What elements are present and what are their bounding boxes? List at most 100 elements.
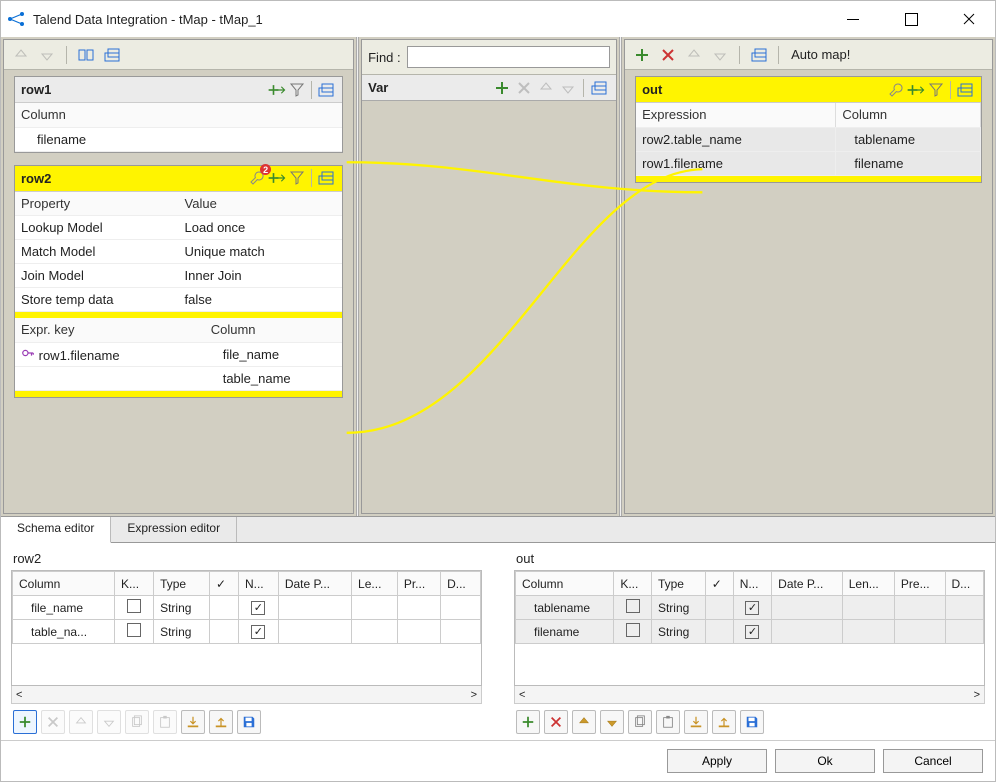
scrollbar[interactable]: <> — [514, 686, 985, 704]
out-expr-1[interactable]: row1.filename — [636, 151, 836, 175]
row2-expr-0[interactable]: row1.filename — [15, 342, 205, 366]
col-len[interactable]: Len... — [842, 572, 894, 596]
prop-v-0[interactable]: Load once — [179, 216, 343, 240]
cancel-button[interactable]: Cancel — [883, 749, 983, 773]
move-down-button[interactable] — [97, 710, 121, 734]
prop-k-1: Match Model — [15, 240, 179, 264]
copy-button[interactable] — [125, 710, 149, 734]
checkbox[interactable] — [251, 625, 265, 639]
col-type[interactable]: Type — [154, 572, 210, 596]
move-down-icon[interactable] — [36, 44, 58, 66]
move-down-icon[interactable] — [709, 44, 731, 66]
col-datep[interactable]: Date P... — [278, 572, 351, 596]
remove-button[interactable] — [544, 710, 568, 734]
minmax-icon[interactable] — [316, 80, 336, 100]
export-button[interactable] — [209, 710, 233, 734]
automap-button[interactable]: Auto map! — [791, 47, 850, 62]
add-icon[interactable] — [491, 77, 513, 99]
save-button[interactable] — [237, 710, 261, 734]
checkbox[interactable] — [626, 623, 640, 637]
move-up-button[interactable] — [572, 710, 596, 734]
checkbox[interactable] — [251, 601, 265, 615]
close-button[interactable] — [949, 4, 989, 34]
row1-col-0[interactable]: filename — [15, 127, 342, 151]
schema-left-grid[interactable]: Column K... Type ✓ N... Date P... Le... … — [12, 571, 481, 644]
col-def[interactable]: D... — [441, 572, 481, 596]
apply-button[interactable]: Apply — [667, 749, 767, 773]
tab-schema[interactable]: Schema editor — [1, 517, 111, 543]
row2-prop-header: Property — [15, 192, 179, 216]
add-icon[interactable] — [267, 80, 287, 100]
layout-split-icon[interactable] — [75, 44, 97, 66]
out-expr-header: Expression — [636, 103, 836, 127]
out-expr-0[interactable]: row2.table_name — [636, 127, 836, 151]
save-button[interactable] — [740, 710, 764, 734]
move-up-button[interactable] — [69, 710, 93, 734]
maximize-button[interactable] — [891, 4, 931, 34]
minmax-icon[interactable] — [748, 44, 770, 66]
move-up-icon[interactable] — [535, 77, 557, 99]
settings-badge-icon[interactable] — [247, 168, 267, 188]
checkbox[interactable] — [127, 599, 141, 613]
add-button[interactable] — [13, 710, 37, 734]
minmax-icon[interactable] — [955, 80, 975, 100]
export-button[interactable] — [712, 710, 736, 734]
move-up-icon[interactable] — [683, 44, 705, 66]
col-key[interactable]: K... — [614, 572, 652, 596]
col-column[interactable]: Column — [13, 572, 115, 596]
scrollbar[interactable]: <> — [11, 686, 482, 704]
import-button[interactable] — [684, 710, 708, 734]
col-type[interactable]: Type — [651, 572, 705, 596]
checkbox[interactable] — [745, 625, 759, 639]
ok-button[interactable]: Ok — [775, 749, 875, 773]
col-pre[interactable]: Pre... — [894, 572, 945, 596]
col-key[interactable]: K... — [115, 572, 154, 596]
add-button[interactable] — [516, 710, 540, 734]
prop-v-1[interactable]: Unique match — [179, 240, 343, 264]
col-chk[interactable]: ✓ — [705, 572, 733, 596]
row2-col-1[interactable]: table_name — [205, 366, 342, 390]
minmax-icon[interactable] — [316, 168, 336, 188]
checkbox[interactable] — [626, 599, 640, 613]
row2-col-0[interactable]: file_name — [205, 342, 342, 366]
find-input[interactable] — [407, 46, 610, 68]
col-datep[interactable]: Date P... — [772, 572, 843, 596]
move-down-icon[interactable] — [557, 77, 579, 99]
row2-expr-1[interactable] — [15, 366, 205, 390]
col-def[interactable]: D... — [945, 572, 984, 596]
checkbox[interactable] — [127, 623, 141, 637]
move-up-icon[interactable] — [10, 44, 32, 66]
prop-v-3[interactable]: false — [179, 288, 343, 312]
splitter-left[interactable] — [356, 37, 359, 516]
filter-icon[interactable] — [287, 168, 307, 188]
layout-minmax-icon[interactable] — [101, 44, 123, 66]
remove-icon[interactable] — [513, 77, 535, 99]
out-col-1[interactable]: filename — [836, 151, 981, 175]
col-column[interactable]: Column — [516, 572, 614, 596]
col-null[interactable]: N... — [733, 572, 771, 596]
paste-button[interactable] — [153, 710, 177, 734]
filter-icon[interactable] — [287, 80, 307, 100]
move-down-button[interactable] — [600, 710, 624, 734]
remove-button[interactable] — [41, 710, 65, 734]
minmax-icon[interactable] — [588, 77, 610, 99]
out-col-0[interactable]: tablename — [836, 127, 981, 151]
col-len[interactable]: Le... — [352, 572, 398, 596]
checkbox[interactable] — [745, 601, 759, 615]
splitter-right[interactable] — [619, 37, 622, 516]
import-button[interactable] — [181, 710, 205, 734]
add-output-icon[interactable] — [631, 44, 653, 66]
filter-icon[interactable] — [926, 80, 946, 100]
col-null[interactable]: N... — [238, 572, 278, 596]
col-chk[interactable]: ✓ — [209, 572, 238, 596]
copy-button[interactable] — [628, 710, 652, 734]
tab-expression[interactable]: Expression editor — [111, 517, 237, 542]
remove-output-icon[interactable] — [657, 44, 679, 66]
minimize-button[interactable] — [833, 4, 873, 34]
prop-v-2[interactable]: Inner Join — [179, 264, 343, 288]
schema-right-grid[interactable]: Column K... Type ✓ N... Date P... Len...… — [515, 571, 984, 644]
col-pre[interactable]: Pr... — [397, 572, 440, 596]
paste-button[interactable] — [656, 710, 680, 734]
add-icon[interactable] — [906, 80, 926, 100]
wrench-icon[interactable] — [886, 80, 906, 100]
